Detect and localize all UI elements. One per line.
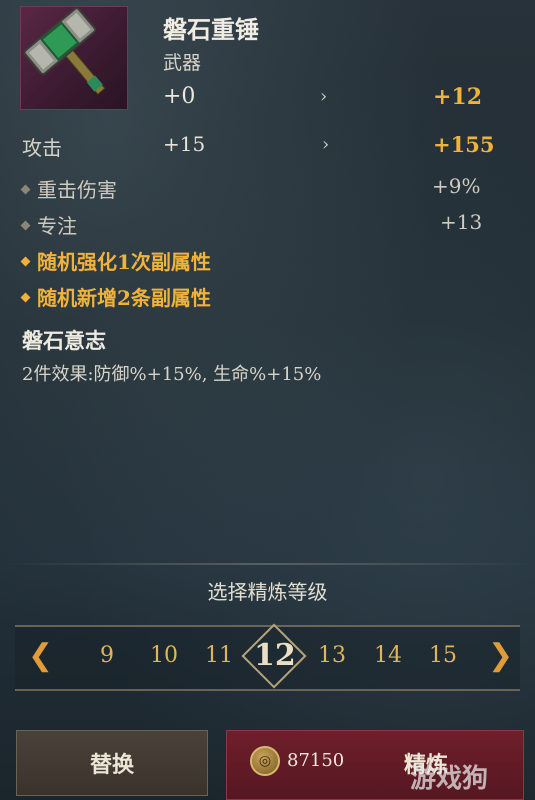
bonus-text: 随机新增2条副属性: [37, 286, 211, 310]
item-name: 磐石重锤: [163, 15, 259, 44]
substat-label: 专注: [37, 214, 77, 238]
level-option[interactable]: 10: [144, 643, 184, 668]
bonus-text: 随机强化1次副属性: [37, 250, 211, 274]
attack-current: +15: [163, 132, 206, 156]
level-option-selected[interactable]: 12: [254, 638, 296, 673]
substat-row: 专注: [20, 210, 77, 239]
arrow-right-icon: ›: [320, 86, 328, 107]
chevron-right-icon[interactable]: ❯: [488, 638, 513, 673]
coin-icon: ◎: [250, 746, 280, 776]
chevron-left-icon[interactable]: ❮: [28, 638, 53, 673]
attack-label: 攻击: [22, 136, 62, 160]
level-option[interactable]: 9: [87, 643, 127, 668]
diamond-icon: [20, 292, 31, 303]
item-icon: [20, 6, 128, 110]
level-current: +0: [163, 84, 196, 109]
arrow-right-icon: ›: [322, 134, 330, 155]
refine-title: 选择精炼等级: [207, 580, 328, 604]
level-option[interactable]: 13: [312, 643, 352, 668]
attack-next: +155: [433, 132, 495, 157]
substat-label: 重击伤害: [37, 178, 117, 202]
set-effect: 2件效果:防御%+15%, 生命%+15%: [22, 364, 322, 385]
refine-cost: 87150: [287, 750, 345, 771]
set-name: 磐石意志: [22, 328, 106, 353]
watermark: 游戏狗: [410, 764, 489, 794]
bonus-row: 随机新增2条副属性: [20, 282, 211, 311]
level-option[interactable]: 15: [423, 643, 463, 668]
substat-value: +13: [440, 210, 483, 234]
diamond-icon: [20, 256, 31, 267]
diamond-icon: [20, 220, 31, 231]
hammer-icon: [23, 7, 106, 95]
level-option[interactable]: 11: [199, 643, 239, 668]
replace-button-label[interactable]: 替换: [16, 747, 208, 779]
level-option[interactable]: 14: [368, 643, 408, 668]
substat-row: 重击伤害: [20, 174, 117, 203]
substat-value: +9%: [432, 174, 481, 198]
bonus-row: 随机强化1次副属性: [20, 246, 211, 275]
level-next: +12: [433, 84, 483, 110]
divider: [0, 563, 535, 565]
diamond-icon: [20, 184, 31, 195]
item-type: 武器: [163, 52, 202, 74]
